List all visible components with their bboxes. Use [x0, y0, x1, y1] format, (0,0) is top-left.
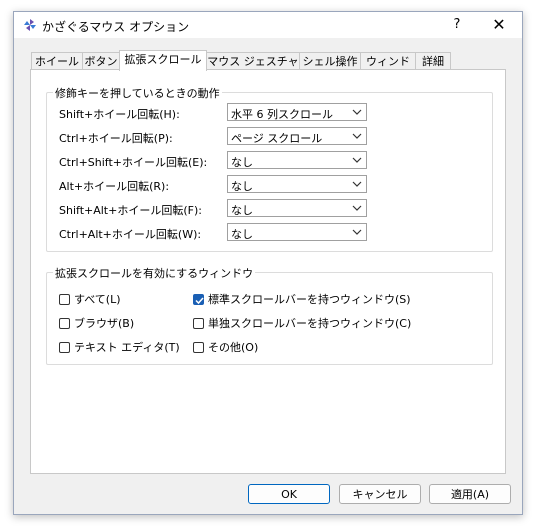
checkbox-label: 標準スクロールバーを持つウィンドウ(S) [208, 293, 411, 306]
select-value: なし [231, 204, 253, 217]
tab-shell[interactable]: シェル操作 [299, 52, 361, 70]
modifier-group: 修飾キーを押しているときの動作 Shift+ホイール回転(H): 水平 6 列ス… [46, 85, 493, 252]
checkbox-label: その他(O) [208, 341, 259, 354]
chevron-down-icon [352, 229, 362, 235]
checkbox-box [59, 294, 70, 305]
select-value: なし [231, 228, 253, 241]
chevron-down-icon [352, 157, 362, 163]
checkbox-label: 単独スクロールバーを持つウィンドウ(C) [208, 317, 412, 330]
shift-wheel-select[interactable]: 水平 6 列スクロール [227, 103, 367, 121]
checkbox-box [193, 318, 204, 329]
pinwheel-icon [24, 19, 36, 31]
ctrl-wheel-select[interactable]: ページ スクロール [227, 127, 367, 145]
select-value: 水平 6 列スクロール [231, 108, 333, 121]
checkmark-icon [195, 297, 204, 305]
close-button[interactable]: ✕ [486, 15, 512, 35]
select-value: ページ スクロール [231, 132, 323, 145]
row-label: Ctrl+ホイール回転(P): [59, 132, 173, 145]
all-checkbox[interactable]: すべて(L) [59, 291, 121, 307]
checkbox-label: すべて(L) [74, 293, 121, 306]
select-value: なし [231, 180, 253, 193]
window-group: 拡張スクロールを有効にするウィンドウ すべて(L) 標準スクロールバーを持つウィ… [46, 265, 493, 365]
chevron-down-icon [352, 133, 362, 139]
apply-button[interactable]: 適用(A) [429, 484, 511, 504]
tab-window[interactable]: ウィンドウ [360, 52, 416, 85]
checkbox-box [59, 318, 70, 329]
checkbox-box [193, 342, 204, 353]
tab-button[interactable]: ボタン [82, 52, 120, 70]
single-scrollbar-checkbox[interactable]: 単独スクロールバーを持つウィンドウ(C) [193, 315, 411, 331]
cancel-button[interactable]: キャンセル [339, 484, 421, 504]
checkbox-label: ブラウザ(B) [74, 317, 135, 330]
alt-wheel-select[interactable]: なし [227, 175, 367, 193]
modifier-group-legend: 修飾キーを押しているときの動作 [53, 85, 222, 101]
browser-checkbox[interactable]: ブラウザ(B) [59, 315, 134, 331]
other-checkbox[interactable]: その他(O) [193, 339, 258, 355]
row-label: Ctrl+Shift+ホイール回転(E): [59, 156, 208, 169]
standard-scrollbar-checkbox[interactable]: 標準スクロールバーを持つウィンドウ(S) [193, 291, 411, 307]
row-label: Ctrl+Alt+ホイール回転(W): [59, 228, 202, 241]
row-label: Shift+ホイール回転(H): [59, 108, 180, 121]
row-label: Alt+ホイール回転(R): [59, 180, 170, 193]
tab-panel: 修飾キーを押しているときの動作 Shift+ホイール回転(H): 水平 6 列ス… [30, 69, 506, 474]
title-bar: かざぐるマウス オプション ? ✕ [14, 12, 522, 38]
chevron-down-icon [352, 181, 362, 187]
select-value: なし [231, 156, 253, 169]
row-label: Shift+Alt+ホイール回転(F): [59, 204, 202, 217]
window-title: かざぐるマウス オプション [42, 20, 190, 34]
tab-extended-scroll[interactable]: 拡張スクロール [119, 50, 207, 71]
checkbox-box [59, 342, 70, 353]
tab-wheel[interactable]: ホイール [31, 52, 83, 70]
shift-alt-wheel-select[interactable]: なし [227, 199, 367, 217]
text-editor-checkbox[interactable]: テキスト エディタ(T) [59, 339, 180, 355]
chevron-down-icon [352, 109, 362, 115]
ctrl-shift-wheel-select[interactable]: なし [227, 151, 367, 169]
checkbox-label: テキスト エディタ(T) [74, 341, 180, 354]
ctrl-alt-wheel-select[interactable]: なし [227, 223, 367, 241]
chevron-down-icon [352, 205, 362, 211]
window-group-legend: 拡張スクロールを有効にするウィンドウ [53, 265, 256, 281]
checkbox-box [193, 294, 204, 305]
tab-details[interactable]: 詳細 [415, 52, 451, 70]
tab-mouse-gesture[interactable]: マウス ジェスチャー [206, 52, 300, 85]
help-button[interactable]: ? [446, 15, 468, 35]
options-dialog: かざぐるマウス オプション ? ✕ ホイール ボタン 拡張スクロール マウス ジ… [13, 11, 523, 515]
ok-button[interactable]: OK [248, 484, 330, 504]
